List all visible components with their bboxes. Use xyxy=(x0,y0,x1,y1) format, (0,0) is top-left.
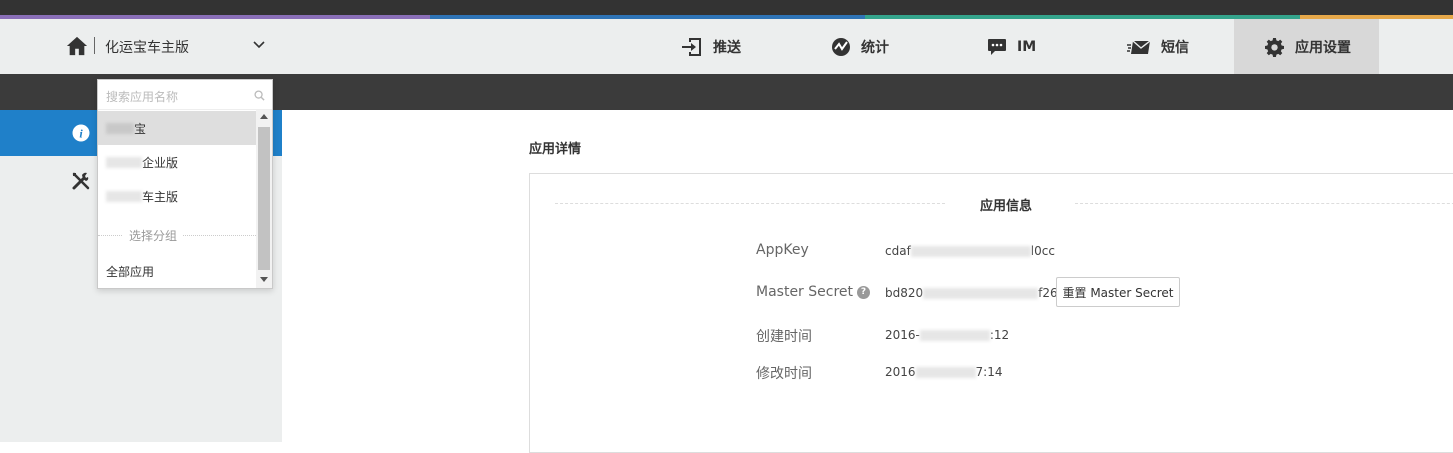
nav-sms-label: 短信 xyxy=(1161,39,1189,56)
scroll-up-arrow-icon[interactable] xyxy=(260,114,268,119)
redacted-blur xyxy=(923,288,1039,299)
stats-icon xyxy=(832,37,850,56)
master-secret-value-end: f26 xyxy=(1038,286,1058,300)
sms-icon xyxy=(1127,39,1151,54)
app-selector-dropdown: 搜索应用名称 宝 企业版 车主版 选择分组 全部应用 xyxy=(97,79,273,289)
created-time-value-end: :12 xyxy=(989,328,1010,342)
redacted-blur xyxy=(106,156,142,168)
reset-master-secret-button[interactable]: 重置 Master Secret xyxy=(1056,277,1180,307)
master-secret-value-start: bd820 xyxy=(885,286,924,300)
nav-sms[interactable]: 短信 xyxy=(1127,19,1189,74)
header-divider xyxy=(94,37,95,54)
modified-time-value: 2016 7:14 xyxy=(885,365,1003,379)
chevron-down-icon[interactable] xyxy=(252,38,266,52)
modified-time-value-end: 7:14 xyxy=(975,365,1003,379)
modified-time-label: 修改时间 xyxy=(756,366,812,382)
gear-icon xyxy=(1265,37,1284,57)
modified-time-value-start: 2016 xyxy=(885,365,916,379)
help-icon[interactable]: ? xyxy=(857,285,871,299)
all-apps-option[interactable]: 全部应用 xyxy=(98,254,256,288)
app-option[interactable]: 企业版 xyxy=(98,145,256,179)
redacted-blur xyxy=(915,367,976,378)
dropdown-scrollbar[interactable] xyxy=(256,110,272,288)
app-search-placeholder: 搜索应用名称 xyxy=(106,90,179,104)
scrollbar-thumb[interactable] xyxy=(258,127,270,270)
scroll-down-arrow-icon[interactable] xyxy=(260,277,268,282)
redacted-blur xyxy=(106,190,142,202)
push-icon xyxy=(682,37,701,56)
redacted-blur xyxy=(919,330,990,341)
app-search-field[interactable]: 搜索应用名称 xyxy=(98,80,272,110)
redacted-blur xyxy=(106,122,134,134)
master-secret-label-text: Master Secret xyxy=(756,284,854,300)
app-selector-label[interactable]: 化运宝车主版 xyxy=(105,37,189,57)
nav-app-settings-label: 应用设置 xyxy=(1295,39,1351,56)
im-icon xyxy=(988,38,1006,55)
appkey-value-end: l0cc xyxy=(1030,244,1055,258)
nav-stats-label: 统计 xyxy=(861,39,889,56)
redacted-blur xyxy=(910,246,1031,257)
section-title: 应用详情 xyxy=(529,142,582,157)
app-header: 化运宝车主版 推送 统计 IM 短信 应用设置 xyxy=(0,19,1453,74)
created-time-value: 2016- :12 xyxy=(885,328,1009,342)
created-time-value-start: 2016- xyxy=(885,328,920,342)
created-time-label: 创建时间 xyxy=(756,329,812,345)
master-secret-label: Master Secret ? xyxy=(756,284,871,300)
home-icon[interactable] xyxy=(66,35,88,57)
appkey-value[interactable]: cdaf l0cc xyxy=(885,244,1055,258)
app-option-label: 车主版 xyxy=(142,189,179,204)
app-info-panel: 应用信息 AppKey cdaf l0cc Master Secret ? bd8… xyxy=(529,173,1453,453)
group-separator-label: 选择分组 xyxy=(123,227,184,244)
panel-title: 应用信息 xyxy=(980,199,1033,214)
appkey-label: AppKey xyxy=(756,242,809,258)
panel-title-divider-right xyxy=(1075,203,1453,204)
master-secret-value[interactable]: bd820 f26 xyxy=(885,286,1058,300)
top-dark-bar xyxy=(0,0,1453,15)
appkey-value-start: cdaf xyxy=(885,244,911,258)
nav-push[interactable]: 推送 xyxy=(681,19,741,74)
app-option[interactable]: 车主版 xyxy=(98,179,256,213)
nav-push-label: 推送 xyxy=(713,39,741,56)
group-separator: 选择分组 xyxy=(98,225,256,245)
nav-im-label: IM xyxy=(1017,38,1037,55)
info-icon: i xyxy=(72,124,90,142)
tools-icon[interactable] xyxy=(71,171,91,191)
app-option-label: 宝 xyxy=(134,121,147,136)
search-icon xyxy=(254,90,265,101)
app-option[interactable]: 宝 xyxy=(98,111,256,145)
all-apps-label: 全部应用 xyxy=(106,264,155,279)
nav-app-settings[interactable]: 应用设置 xyxy=(1234,19,1379,74)
panel-title-divider-left xyxy=(555,203,945,204)
nav-im[interactable]: IM xyxy=(987,19,1036,74)
app-option-label: 企业版 xyxy=(142,155,179,170)
nav-stats[interactable]: 统计 xyxy=(831,19,889,74)
